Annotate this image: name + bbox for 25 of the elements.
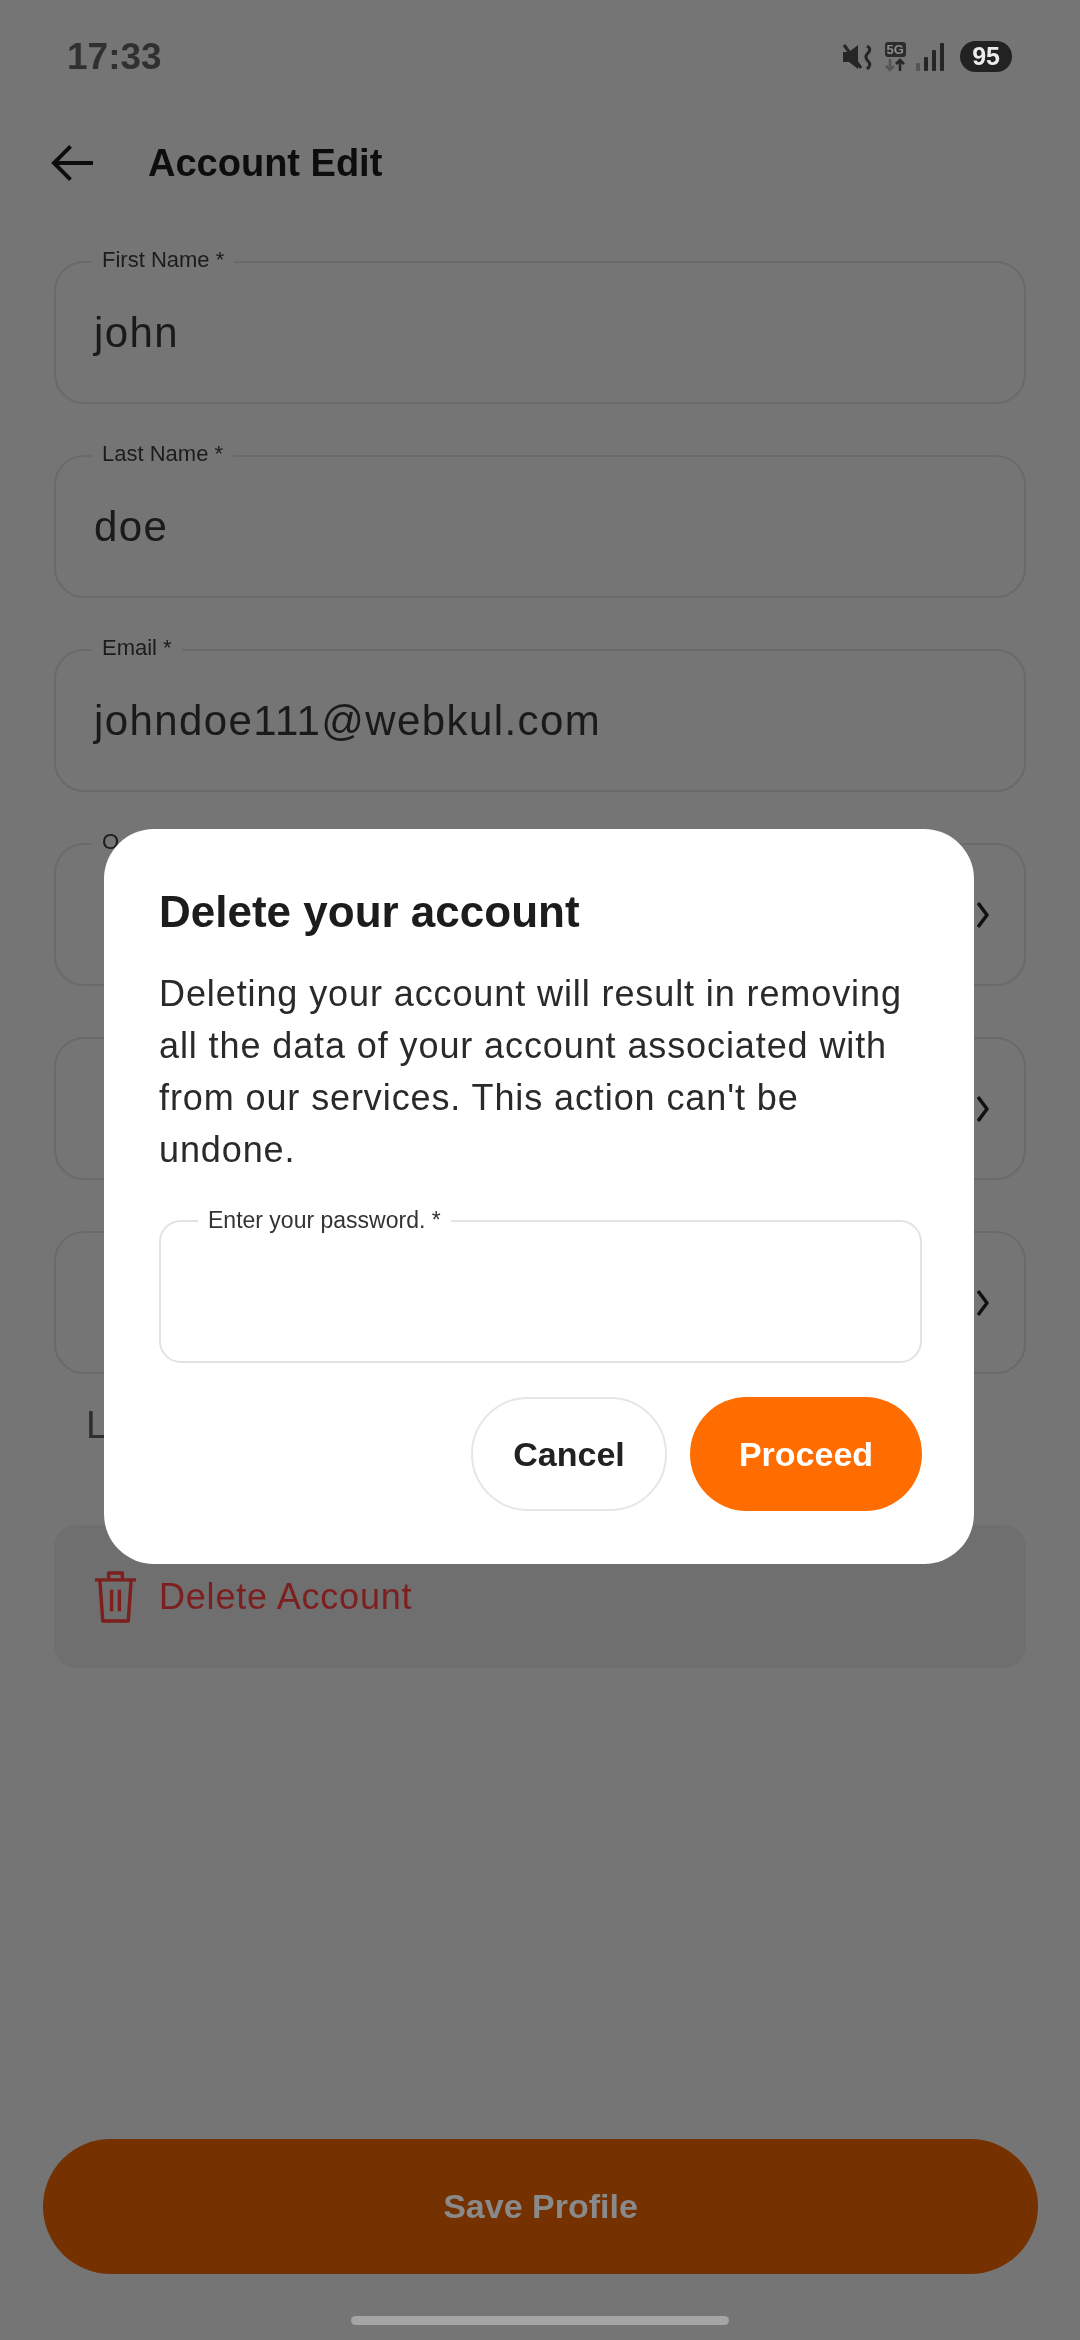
- trash-icon: [92, 1569, 139, 1624]
- battery-indicator: 95: [960, 41, 1012, 72]
- partial-text: L: [86, 1403, 108, 1447]
- save-profile-button[interactable]: Save Profile: [43, 2139, 1038, 2274]
- back-arrow-icon[interactable]: [50, 143, 95, 183]
- proceed-button[interactable]: Proceed: [690, 1397, 922, 1511]
- input-field[interactable]: First Name * john: [54, 246, 1026, 404]
- chevron-icon: [977, 1288, 989, 1317]
- delete-account-label: Delete Account: [159, 1575, 413, 1618]
- dialog-message: Deleting your account will result in removing all the data of your account associated with from our services. This action can't be undone.: [159, 972, 903, 1172]
- network-type-label: 5G: [884, 41, 906, 57]
- input-field[interactable]: Last Name * doe: [54, 440, 1026, 598]
- page-title: Account Edit: [148, 141, 383, 185]
- chevron-icon: [977, 1094, 989, 1123]
- password-field[interactable]: Enter your password. *: [159, 1205, 922, 1363]
- dialog-title: Delete your account: [159, 886, 581, 938]
- field-value: john: [94, 308, 179, 357]
- chevron-icon: [977, 900, 989, 929]
- data-arrows-icon: [884, 57, 907, 72]
- field-value: doe: [94, 502, 169, 551]
- field-value: johndoe111@webkul.com: [94, 696, 602, 745]
- cancel-button[interactable]: Cancel: [471, 1397, 667, 1511]
- status-time: 17:33: [67, 35, 162, 78]
- signal-icon: [915, 42, 946, 71]
- input-field[interactable]: Email * johndoe111@webkul.com: [54, 634, 1026, 792]
